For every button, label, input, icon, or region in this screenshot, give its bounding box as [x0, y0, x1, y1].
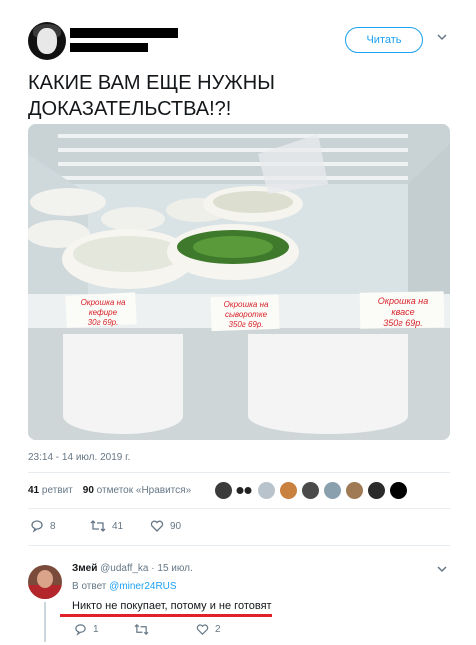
- liker-avatar-2[interactable]: [236, 486, 256, 495]
- author-avatar[interactable]: [28, 22, 66, 60]
- divider-top: [28, 472, 450, 473]
- price-tag-middle: Окрошка на сыворотке 350г 69р.: [212, 300, 280, 330]
- author-name-redacted: [70, 28, 178, 38]
- reply-author-handle[interactable]: @udaff_ka: [100, 563, 148, 574]
- liker-avatar-1[interactable]: [215, 482, 232, 499]
- like-count: 90: [170, 520, 182, 532]
- tweet-timestamp[interactable]: 23:14 - 14 июл. 2019 г.: [28, 452, 130, 463]
- reply-icon: [31, 520, 43, 533]
- liker-avatar-9[interactable]: [390, 482, 407, 499]
- retweets-stat[interactable]: 41 ретвит: [28, 485, 73, 496]
- divider-bottom: [28, 545, 450, 546]
- price-tag-middle-line3: 350г 69р.: [228, 320, 264, 329]
- liker-avatar-5[interactable]: [302, 482, 319, 499]
- price-tag-right-line1: Окрошка на: [377, 296, 429, 306]
- divider-mid: [28, 508, 450, 509]
- liker-avatar-6[interactable]: [324, 482, 341, 499]
- price-tag-middle-line2: сыворотке: [224, 310, 268, 319]
- retweet-icon: [90, 520, 106, 532]
- reply-author-name[interactable]: Змей: [72, 563, 97, 574]
- tweet-stats: 41 ретвит 90 отметок «Нравится»: [28, 485, 191, 496]
- retweet-count: 41: [112, 520, 124, 532]
- reply-heart-icon: [196, 624, 209, 635]
- reply-text: Никто не покупает, потому и не готовят: [72, 600, 272, 612]
- tweet-text: КАКИЕ ВАМ ЕЩЕ НУЖНЫ ДОКАЗАТЕЛЬСТВА!?!: [28, 72, 275, 120]
- price-tag-left-line3: 30г 69р.: [87, 318, 119, 327]
- follow-button[interactable]: Читать: [345, 27, 423, 53]
- price-tag-left-line2: кефире: [88, 308, 118, 317]
- reply-like-count: 2: [215, 624, 221, 635]
- like-button[interactable]: 90: [150, 519, 181, 533]
- reply-reply-button[interactable]: 1: [74, 623, 99, 636]
- in-reply-prefix: В ответ: [72, 581, 107, 592]
- reply-retweet-icon: [134, 624, 149, 635]
- reply-chevron-down-icon[interactable]: [436, 563, 450, 577]
- price-tag-left: Окрошка на кефире 30г 69р.: [68, 298, 138, 328]
- heart-icon: [150, 520, 164, 532]
- price-tag-middle-line1: Окрошка на: [223, 300, 269, 309]
- reply-count: 8: [50, 520, 56, 532]
- likes-stat[interactable]: 90 отметок «Нравится»: [83, 485, 191, 496]
- liker-avatar-7[interactable]: [346, 482, 363, 499]
- tweet-photo[interactable]: Окрошка на кефире 30г 69р. Окрошка на сы…: [28, 124, 450, 440]
- reply-retweet-button[interactable]: [134, 623, 155, 636]
- thread-line: [44, 602, 46, 642]
- liker-avatar-3[interactable]: [258, 482, 275, 499]
- reply-header: Змей @udaff_ka · 15 июл.: [72, 563, 193, 574]
- price-tag-right-line3: 350г 69р.: [383, 318, 423, 328]
- reply-avatar[interactable]: [28, 565, 62, 599]
- retweet-button[interactable]: 41: [90, 519, 123, 533]
- reply-reply-icon: [75, 624, 86, 636]
- price-tag-right: Окрошка на квасе 350г 69р.: [362, 296, 444, 329]
- price-tag-left-line1: Окрошка на: [80, 298, 126, 307]
- reply-like-button[interactable]: 2: [196, 623, 221, 636]
- reply-date[interactable]: · 15 июл.: [151, 563, 193, 574]
- in-reply-to: В ответ @miner24RUS: [72, 581, 177, 592]
- reply-reply-count: 1: [93, 624, 99, 635]
- chevron-down-icon[interactable]: [436, 31, 450, 45]
- price-tag-right-line2: квасе: [391, 307, 415, 317]
- reply-button[interactable]: 8: [30, 519, 56, 533]
- liker-avatar-8[interactable]: [368, 482, 385, 499]
- author-handle-redacted: [70, 43, 148, 52]
- liker-avatar-4[interactable]: [280, 482, 297, 499]
- in-reply-handle[interactable]: @miner24RUS: [109, 581, 176, 592]
- red-underline-annotation: [60, 614, 272, 617]
